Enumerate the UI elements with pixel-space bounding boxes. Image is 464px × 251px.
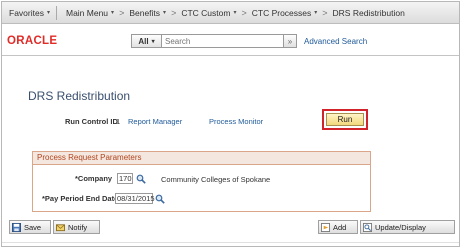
breadcrumb-ctc-processes[interactable]: CTC Processes ▾ [252,8,318,18]
page-title: DRS Redistribution [28,89,131,103]
nav-divider [55,5,57,20]
save-icon [12,222,21,232]
lookup-icon[interactable] [136,174,146,184]
save-label: Save [24,222,42,232]
run-button[interactable]: Run [326,113,364,126]
report-manager-link[interactable]: Report Manager [128,117,182,126]
main-menu[interactable]: Main Menu ▾ [66,8,114,18]
favorites-label: Favorites [9,7,44,18]
pay-period-end-field[interactable]: 08/31/2015 [115,193,155,204]
breadcrumb-ctc-custom[interactable]: CTC Custom ▾ [181,8,236,18]
footer-divider [2,242,459,243]
oracle-logo: ORACLE [7,35,58,47]
search-scope-label: All [138,36,149,46]
search-go-button[interactable]: » [283,34,297,48]
pay-period-end-label: *Pay Period End Date [42,194,119,203]
chevron-down-icon: ▾ [314,10,318,16]
chevron-down-icon: ▾ [233,10,237,16]
breadcrumb-benefits[interactable]: Benefits ▾ [129,8,166,18]
breadcrumb-label: Benefits [129,7,161,18]
company-description: Community Colleges of Spokane [161,175,271,184]
company-field[interactable]: 170 [117,173,133,184]
notify-button[interactable]: Notify [53,220,100,234]
add-button[interactable]: Add [318,220,358,234]
breadcrumb-arrow-icon: > [241,7,247,18]
run-control-value: 1 [116,117,121,126]
double-chevron-right-icon: » [287,36,293,46]
chevron-down-icon: ▾ [46,10,50,16]
run-control-label: Run Control ID [65,117,118,126]
save-button[interactable]: Save [9,220,51,234]
top-nav-bar: Favorites ▾ Main Menu ▾ > Benefits ▾ > C… [2,2,459,24]
panel-heading: Process Request Parameters [33,152,370,165]
lookup-icon[interactable] [155,194,165,204]
chevron-down-icon: ▾ [111,10,115,16]
update-display-label: Update/Display [375,222,426,232]
add-icon [321,222,330,232]
process-request-parameters-panel: Process Request Parameters *Company 170 … [32,151,371,212]
chevron-down-icon: ▾ [163,10,167,16]
search-input[interactable] [162,35,290,47]
notify-label: Notify [68,222,88,232]
breadcrumb-arrow-icon: > [171,7,177,18]
header-bar: ORACLE All ▾ » Advanced Search [2,25,459,56]
breadcrumb-drs-redistribution[interactable]: DRS Redistribution [333,8,405,18]
update-display-icon [363,222,372,232]
app-window: Favorites ▾ Main Menu ▾ > Benefits ▾ > C… [1,1,460,247]
breadcrumb-arrow-icon: > [322,7,328,18]
breadcrumb-label: CTC Processes [251,7,312,18]
search-scope-select[interactable]: All ▾ [132,35,162,47]
update-display-button[interactable]: Update/Display [360,220,455,234]
favorites-menu[interactable]: Favorites ▾ [9,8,50,18]
breadcrumb-label: DRS Redistribution [332,7,405,18]
process-monitor-link[interactable]: Process Monitor [209,117,263,126]
breadcrumb-arrow-icon: > [119,7,125,18]
main-menu-label: Main Menu [65,7,109,18]
search-box: All ▾ [131,34,293,48]
breadcrumb-label: CTC Custom [181,7,231,18]
notify-icon [56,223,65,231]
add-label: Add [333,222,347,232]
advanced-search-link[interactable]: Advanced Search [304,37,367,46]
company-label: *Company [75,174,113,183]
chevron-down-icon: ▾ [151,38,155,45]
